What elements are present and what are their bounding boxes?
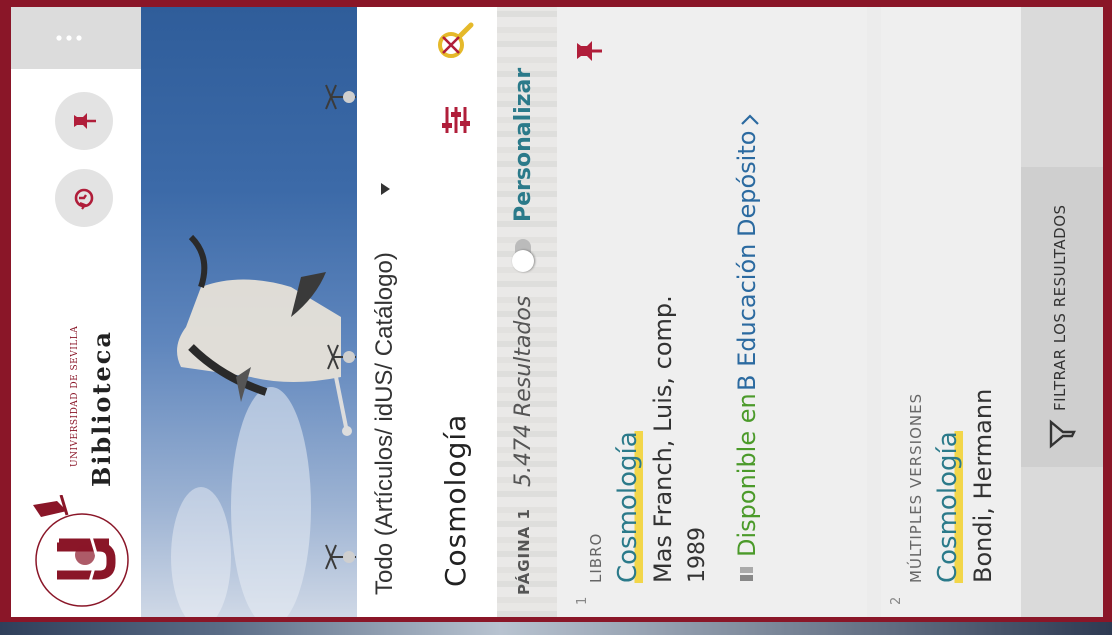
search-scope-bar: Todo (Artículos/ idUS/ Catálogo) <box>357 7 417 617</box>
result-card[interactable]: 1 LIBRO Cosmología Mas Franch, Luis, com… <box>557 7 867 617</box>
search-scope-select[interactable]: Todo (Artículos/ idUS/ Catálogo) <box>371 252 399 595</box>
phone-screen: UNIVERSIDAD DE SEVILLA Biblioteca Todo (… <box>11 7 1103 617</box>
sliders-icon[interactable] <box>439 103 477 137</box>
location-link[interactable]: B Educación <box>733 244 761 391</box>
pin-button[interactable] <box>55 92 113 150</box>
result-card[interactable]: 2 MÚLTIPLES VERSIONES Cosmología Bondi, … <box>881 7 1021 617</box>
result-title-text[interactable]: Cosmología <box>933 431 963 583</box>
history-button[interactable] <box>55 169 113 227</box>
availability-label: Disponible en <box>733 393 761 557</box>
results-count: 5.474 Resultados <box>511 295 536 487</box>
hero-image <box>141 7 357 617</box>
result-type: MÚLTIPLES VERSIONES <box>907 392 925 583</box>
pin-icon <box>74 113 96 129</box>
book-icon <box>737 565 759 583</box>
filter-bar: FILTRAR LOS RESULTADOS <box>1021 7 1103 617</box>
funnel-icon <box>1049 419 1076 449</box>
app-frame: UNIVERSIDAD DE SEVILLA Biblioteca Todo (… <box>0 0 1112 635</box>
results-header: PÁGINA 1 5.474 Resultados Personalizar <box>497 7 557 617</box>
result-type: LIBRO <box>587 532 605 583</box>
search-input[interactable]: Cosmología <box>439 414 472 587</box>
result-title-text[interactable]: Cosmología <box>613 431 643 583</box>
result-index: 2 <box>889 596 904 605</box>
history-icon <box>74 188 94 210</box>
chevron-right-icon[interactable] <box>739 113 765 127</box>
result-author: Mas Franch, Luis, comp. <box>649 295 677 583</box>
background-strip <box>0 622 1112 635</box>
university-emblem <box>33 495 129 607</box>
filter-results-label[interactable]: FILTRAR LOS RESULTADOS <box>1051 204 1069 411</box>
more-vertical-icon[interactable] <box>51 31 91 45</box>
giralda-angel-image <box>171 84 356 617</box>
search-box: Cosmología <box>417 7 497 617</box>
header-menu-area <box>11 7 141 69</box>
result-title[interactable]: Cosmología <box>613 431 643 583</box>
page-label: PÁGINA 1 <box>515 508 533 595</box>
search-clear-icon[interactable] <box>431 19 481 65</box>
result-author: Bondi, Hermann <box>969 388 997 583</box>
personalize-label[interactable]: Personalizar <box>511 68 536 222</box>
logo-title: Biblioteca <box>87 330 116 487</box>
result-index: 1 <box>575 596 590 605</box>
shelf-label[interactable]: Depósito <box>733 131 761 237</box>
personalize-toggle[interactable] <box>512 239 534 272</box>
pin-icon[interactable] <box>571 33 609 67</box>
header: UNIVERSIDAD DE SEVILLA Biblioteca <box>11 7 141 617</box>
dropdown-arrow-icon[interactable] <box>377 181 397 197</box>
logo-university-label: UNIVERSIDAD DE SEVILLA <box>70 325 80 467</box>
filter-results-button[interactable]: FILTRAR LOS RESULTADOS <box>1021 167 1103 467</box>
result-year: 1989 <box>685 527 710 583</box>
library-logo[interactable]: UNIVERSIDAD DE SEVILLA Biblioteca <box>25 315 135 615</box>
result-title[interactable]: Cosmología <box>933 431 963 583</box>
